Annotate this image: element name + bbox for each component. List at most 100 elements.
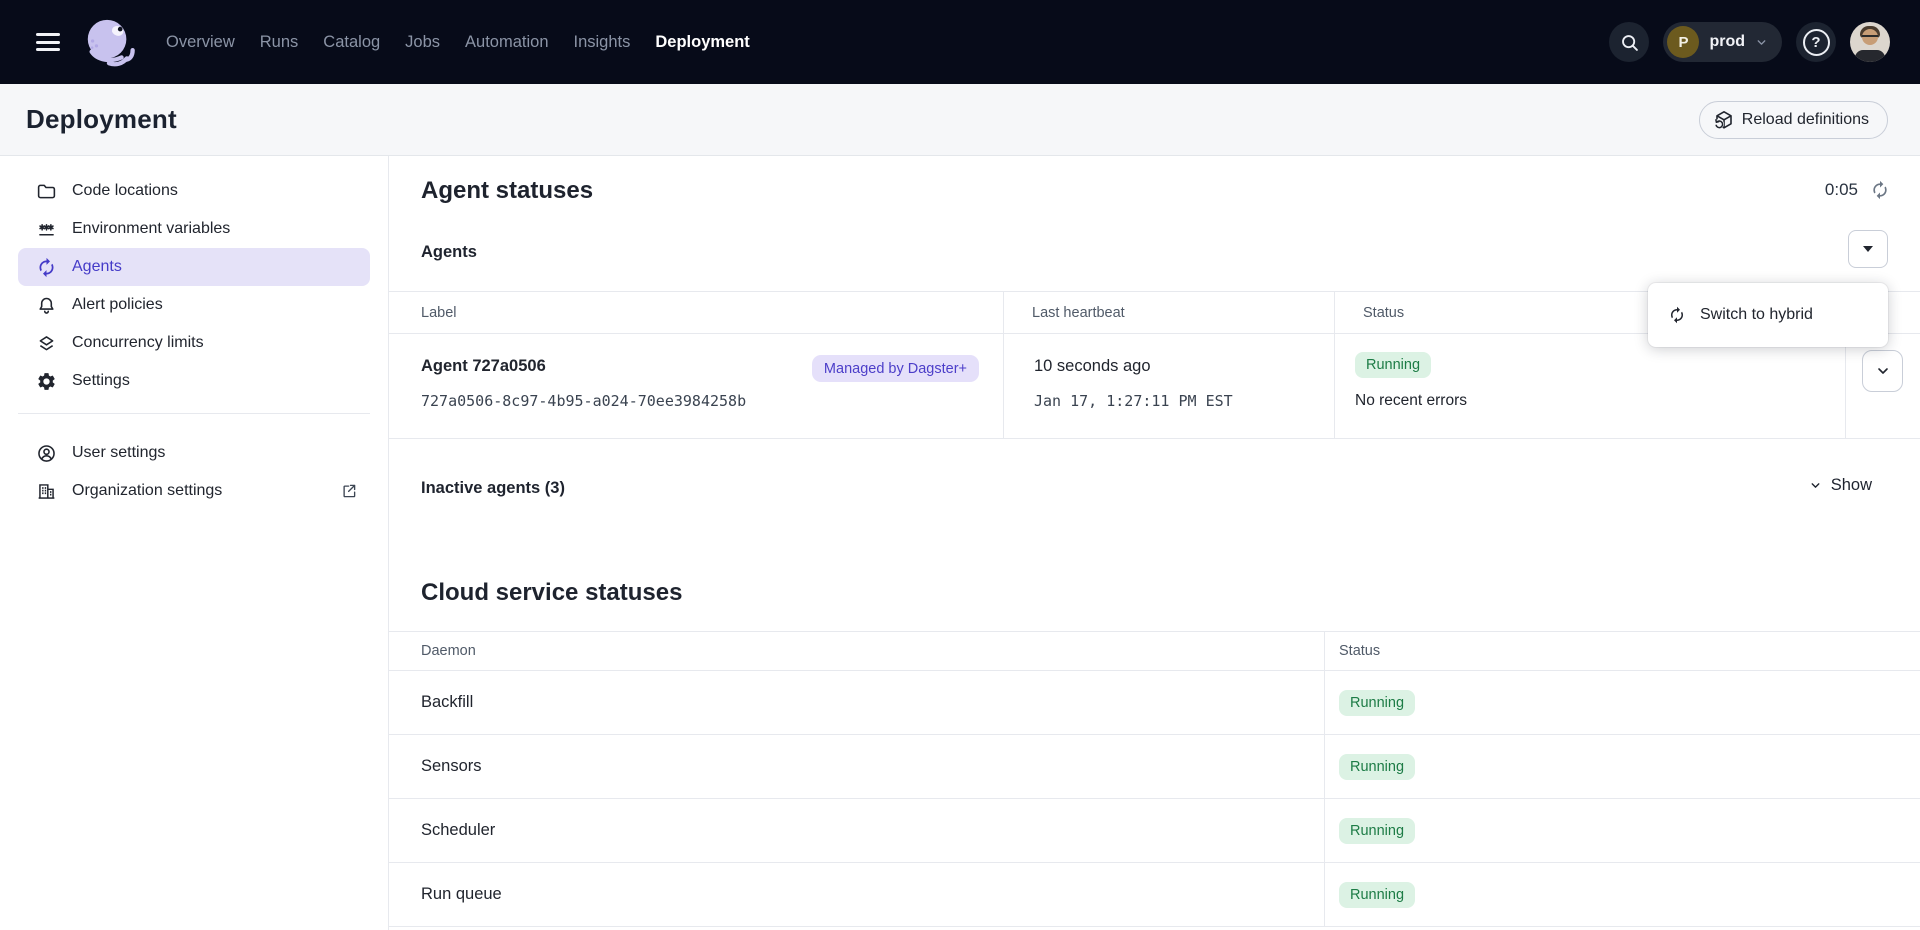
cloud-table-body: BackfillRunningSensorsRunningSchedulerRu… bbox=[389, 671, 1920, 927]
cloud-table-header: Daemon Status bbox=[389, 632, 1920, 671]
reload-definitions-label: Reload definitions bbox=[1742, 111, 1869, 129]
daemon-status-cell: Running bbox=[1325, 671, 1920, 734]
agent-row: Agent 727a0506 727a0506-8c97-4b95-a024-7… bbox=[389, 334, 1920, 438]
page-header: Deployment Reload definitions bbox=[0, 84, 1920, 156]
sidebar-item-concurrency-limits[interactable]: Concurrency limits bbox=[18, 324, 370, 362]
gear-icon bbox=[36, 371, 57, 392]
sidebar-item-organization-settings[interactable]: Organization settings bbox=[18, 472, 370, 510]
deployment-switcher[interactable]: P prod bbox=[1663, 22, 1782, 62]
heartbeat-timestamp: Jan 17, 1:27:11 PM EST bbox=[1034, 392, 1314, 410]
settings-sidebar: Code locations Environment variables Agent… bbox=[0, 156, 389, 930]
agents-section-heading: Agents bbox=[421, 242, 477, 262]
nav-item-runs[interactable]: Runs bbox=[260, 33, 299, 52]
reload-definitions-icon bbox=[1714, 110, 1734, 130]
layers-icon bbox=[36, 333, 57, 354]
refresh-countdown-wrap: 0:05 bbox=[1825, 180, 1890, 200]
agent-label-cell: Agent 727a0506 727a0506-8c97-4b95-a024-7… bbox=[389, 334, 1004, 438]
daemon-name: Run queue bbox=[389, 863, 1325, 926]
chevron-down-icon bbox=[1809, 479, 1822, 492]
cloud-service-row-sensors: Sensors Running bbox=[389, 735, 1920, 799]
building-icon bbox=[36, 481, 57, 502]
daemon-status-cell: Running bbox=[1325, 735, 1920, 798]
column-header-status: Status bbox=[1325, 632, 1920, 670]
column-header-last-heartbeat: Last heartbeat bbox=[1004, 292, 1335, 333]
main-panel: Agent statuses 0:05 Agents Label Last he… bbox=[389, 156, 1920, 930]
status-badge: Running bbox=[1339, 690, 1415, 716]
help-button[interactable]: ? bbox=[1796, 22, 1836, 62]
show-label: Show bbox=[1831, 476, 1872, 495]
status-badge: Running bbox=[1339, 882, 1415, 908]
cloud-service-row-run-queue: Run queue Running bbox=[389, 863, 1920, 927]
sidebar-item-code-locations[interactable]: Code locations bbox=[18, 172, 370, 210]
nav-item-deployment[interactable]: Deployment bbox=[655, 33, 749, 52]
agent-id: 727a0506-8c97-4b95-a024-70ee3984258b bbox=[421, 392, 746, 410]
column-header-daemon: Daemon bbox=[389, 632, 1325, 670]
reload-definitions-button[interactable]: Reload definitions bbox=[1699, 101, 1888, 139]
nav-item-jobs[interactable]: Jobs bbox=[405, 33, 440, 52]
sidebar-item-label: Code locations bbox=[72, 182, 178, 200]
heartbeat-relative: 10 seconds ago bbox=[1034, 355, 1314, 377]
agents-options-menu: Switch to hybrid bbox=[1648, 283, 1888, 347]
caret-down-icon bbox=[1863, 246, 1873, 252]
nav-right-cluster: P prod ? bbox=[1609, 22, 1890, 62]
agent-status-cell: Running No recent errors bbox=[1335, 334, 1846, 438]
column-header-label: Label bbox=[389, 292, 1004, 333]
sidebar-secondary-list: User settings Organization settings bbox=[0, 434, 388, 510]
sidebar-divider bbox=[18, 413, 370, 414]
daemon-name: Backfill bbox=[389, 671, 1325, 734]
deployment-initial-avatar: P bbox=[1667, 26, 1699, 58]
daemon-status-cell: Running bbox=[1325, 799, 1920, 862]
sidebar-item-label: Environment variables bbox=[72, 220, 230, 238]
sidebar-item-agents[interactable]: Agents bbox=[18, 248, 370, 286]
status-badge: Running bbox=[1339, 818, 1415, 844]
daemon-name: Sensors bbox=[389, 735, 1325, 798]
hamburger-menu-icon[interactable] bbox=[36, 33, 60, 51]
nav-item-overview[interactable]: Overview bbox=[166, 33, 235, 52]
cloud-service-row-backfill: Backfill Running bbox=[389, 671, 1920, 735]
status-badge: Running bbox=[1355, 352, 1431, 378]
agents-options-dropdown-button[interactable] bbox=[1848, 230, 1888, 268]
user-icon bbox=[36, 443, 57, 464]
sidebar-primary-list: Code locations Environment variables Agent… bbox=[0, 172, 388, 400]
agent-row-expand-button[interactable] bbox=[1862, 350, 1903, 392]
agent-statuses-title: Agent statuses bbox=[421, 174, 593, 208]
nav-item-insights[interactable]: Insights bbox=[574, 33, 631, 52]
agent-icon bbox=[1668, 306, 1686, 324]
refresh-countdown: 0:05 bbox=[1825, 180, 1858, 200]
inactive-agents-show-toggle[interactable]: Show bbox=[1809, 476, 1872, 495]
external-link-icon bbox=[340, 482, 358, 500]
inactive-agents-heading: Inactive agents (3) bbox=[421, 478, 565, 498]
sidebar-item-alert-policies[interactable]: Alert policies bbox=[18, 286, 370, 324]
sidebar-item-user-settings[interactable]: User settings bbox=[18, 434, 370, 472]
agent-icon bbox=[36, 257, 57, 278]
sidebar-item-label: Agents bbox=[72, 258, 122, 276]
status-badge: Running bbox=[1339, 754, 1415, 780]
nav-item-catalog[interactable]: Catalog bbox=[323, 33, 380, 52]
chevron-down-icon bbox=[1755, 36, 1768, 49]
status-detail: No recent errors bbox=[1355, 392, 1467, 410]
sidebar-item-environment-variables[interactable]: Environment variables bbox=[18, 210, 370, 248]
search-button[interactable] bbox=[1609, 22, 1649, 62]
page-title: Deployment bbox=[26, 104, 177, 135]
menu-item-label: Switch to hybrid bbox=[1700, 306, 1813, 324]
user-avatar[interactable] bbox=[1850, 22, 1890, 62]
sidebar-item-settings[interactable]: Settings bbox=[18, 362, 370, 400]
sidebar-item-label: Organization settings bbox=[72, 482, 222, 500]
sidebar-item-label: User settings bbox=[72, 444, 165, 462]
app-root: Overview Runs Catalog Jobs Automation Insight… bbox=[0, 0, 1920, 930]
menu-item-switch-to-hybrid[interactable]: Switch to hybrid bbox=[1648, 291, 1888, 339]
daemon-name: Scheduler bbox=[389, 799, 1325, 862]
bell-icon bbox=[36, 295, 57, 316]
nav-item-automation[interactable]: Automation bbox=[465, 33, 548, 52]
agent-heartbeat-cell: 10 seconds ago Jan 17, 1:27:11 PM EST bbox=[1004, 334, 1335, 438]
cloud-services-table: Daemon Status Backfill Running Sensors Runn… bbox=[389, 631, 1920, 927]
dagster-logo[interactable] bbox=[82, 14, 136, 70]
sidebar-item-label: Settings bbox=[72, 372, 130, 390]
cloud-service-statuses-title: Cloud service statuses bbox=[421, 576, 682, 610]
refresh-icon[interactable] bbox=[1870, 180, 1890, 200]
variables-icon bbox=[36, 219, 57, 240]
folder-icon bbox=[36, 181, 57, 202]
managed-by-badge: Managed by Dagster+ bbox=[812, 355, 979, 382]
nav-links: Overview Runs Catalog Jobs Automation Insight… bbox=[166, 33, 750, 52]
deployment-name: prod bbox=[1709, 33, 1745, 51]
